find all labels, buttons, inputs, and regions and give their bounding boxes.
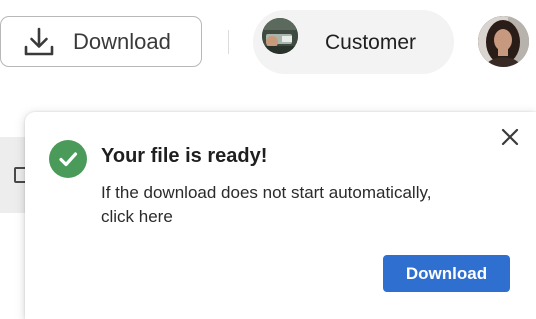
toast-download-button[interactable]: Download xyxy=(383,255,510,292)
user-avatar[interactable] xyxy=(478,16,529,67)
customer-label: Customer xyxy=(325,31,417,54)
close-icon[interactable] xyxy=(499,126,521,148)
customer-switcher[interactable]: Customer xyxy=(253,10,454,74)
check-circle-icon xyxy=(49,140,87,178)
customer-avatar xyxy=(262,18,298,54)
toast-message: If the download does not start automatic… xyxy=(101,181,501,229)
download-button[interactable]: Download xyxy=(0,16,202,67)
toast-message-text: If the download does not start automatic… xyxy=(101,183,432,202)
download-button-label: Download xyxy=(73,29,171,54)
toolbar-divider xyxy=(228,30,229,54)
download-icon xyxy=(24,27,54,56)
click-here-link[interactable]: click here xyxy=(101,205,501,229)
download-ready-toast: Your file is ready! If the download does… xyxy=(25,112,536,319)
toast-title: Your file is ready! xyxy=(101,145,268,167)
top-bar: Download Customer xyxy=(0,0,536,90)
